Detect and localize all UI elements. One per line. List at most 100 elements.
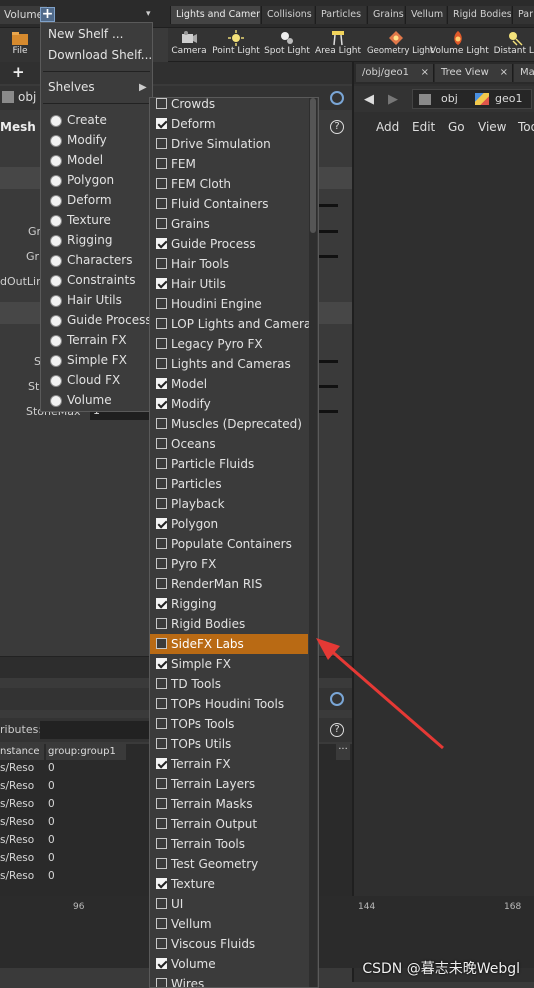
unchecked-checkbox-icon[interactable] [156, 478, 167, 489]
unchecked-checkbox-icon[interactable] [156, 918, 167, 929]
download-shelf-menu-item[interactable]: Download Shelf... [48, 48, 152, 62]
shelf-set-label[interactable]: Polygon [67, 173, 114, 187]
shelf-toggle-item[interactable]: Texture [150, 874, 308, 894]
column-header[interactable]: nstance [0, 744, 44, 760]
geometry-light-tool[interactable]: Geometry Light [367, 28, 433, 62]
unchecked-checkbox-icon[interactable] [156, 858, 167, 869]
shelf-set-label[interactable]: Modify [67, 133, 107, 147]
shelf-toggle-item[interactable]: TOPs Utils [150, 734, 308, 754]
shelf-toggle-item[interactable]: RenderMan RIS [150, 574, 308, 594]
shelf-tab-rigid-bodies[interactable]: Rigid Bodies [447, 6, 511, 24]
shelf-toggle-item[interactable]: Legacy Pyro FX [150, 334, 308, 354]
spot-light-tool[interactable]: Spot Light [263, 28, 311, 62]
scrollbar-thumb[interactable] [310, 98, 316, 233]
tab-material-palette[interactable]: Mat [514, 64, 534, 82]
shelf-set-radio[interactable] [50, 175, 62, 187]
unchecked-checkbox-icon[interactable] [156, 618, 167, 629]
unchecked-checkbox-icon[interactable] [156, 178, 167, 189]
shelf-toggle-item[interactable]: Model [150, 374, 308, 394]
shelf-toggle-item[interactable]: Terrain Layers [150, 774, 308, 794]
shelf-toggle-item[interactable]: Vellum [150, 914, 308, 934]
shelf-set-label[interactable]: Guide Process [67, 313, 152, 327]
distant-light-tool[interactable]: Distant Li [490, 28, 534, 62]
unchecked-checkbox-icon[interactable] [156, 798, 167, 809]
shelf-set-label[interactable]: Texture [67, 213, 111, 227]
help-icon[interactable]: ? [330, 120, 344, 134]
shelf-set-label[interactable]: Deform [67, 193, 112, 207]
slider-handle[interactable] [318, 385, 338, 388]
shelf-toggle-item[interactable]: Hair Tools [150, 254, 308, 274]
forward-arrow-icon[interactable]: ▶ [388, 92, 398, 107]
slider-handle[interactable] [318, 410, 338, 413]
shelf-toggle-item[interactable]: FEM [150, 154, 308, 174]
shelf-set-radio[interactable] [50, 115, 62, 127]
shelf-toggle-item[interactable]: Polygon [150, 514, 308, 534]
unchecked-checkbox-icon[interactable] [156, 558, 167, 569]
shelf-toggle-item[interactable]: Particle Fluids [150, 454, 308, 474]
shelf-set-radio[interactable] [50, 255, 62, 267]
shelf-toggle-item[interactable]: TOPs Tools [150, 714, 308, 734]
checked-checkbox-icon[interactable] [156, 758, 167, 769]
shelf-toggle-item[interactable]: Simple FX [150, 654, 308, 674]
shelf-set-label[interactable]: Simple FX [67, 353, 127, 367]
volume-light-tool[interactable]: Volume Light [430, 28, 489, 62]
table-row[interactable]: s/Reso 0 [0, 798, 55, 810]
unchecked-checkbox-icon[interactable] [156, 218, 167, 229]
shelf-toggle-item[interactable]: Terrain Output [150, 814, 308, 834]
slider-handle[interactable] [318, 230, 338, 233]
submenu-scrollbar[interactable] [309, 98, 317, 987]
shelf-toggle-item[interactable]: Hair Utils [150, 274, 308, 294]
shelf-toggle-item[interactable]: LOP Lights and Cameras [150, 314, 318, 334]
column-header[interactable]: group:group1 [46, 744, 126, 760]
shelf-set-label[interactable]: Rigging [67, 233, 112, 247]
shelf-toggle-item[interactable]: FEM Cloth [150, 174, 308, 194]
unchecked-checkbox-icon[interactable] [156, 938, 167, 949]
shelf-tab-menu-icon[interactable]: ▾ [146, 9, 156, 19]
shelf-set-label[interactable]: Volume [67, 393, 112, 407]
shelf-toggle-item[interactable]: Rigid Bodies [150, 614, 308, 634]
unchecked-checkbox-icon[interactable] [156, 338, 167, 349]
new-shelf-menu-item[interactable]: New Shelf ... [48, 27, 123, 41]
shelf-set-label[interactable]: Hair Utils [67, 293, 122, 307]
unchecked-checkbox-icon[interactable] [156, 898, 167, 909]
checked-checkbox-icon[interactable] [156, 958, 167, 969]
unchecked-checkbox-icon[interactable] [156, 138, 167, 149]
unchecked-checkbox-icon[interactable] [156, 978, 167, 987]
shelf-toggle-item[interactable]: TD Tools [150, 674, 308, 694]
unchecked-checkbox-icon[interactable] [156, 258, 167, 269]
shelf-toggle-item[interactable]: Oceans [150, 434, 308, 454]
shelf-tab-collisions[interactable]: Collisions [261, 6, 314, 24]
close-tab-icon[interactable]: × [421, 64, 429, 82]
shelf-toggle-item[interactable]: Houdini Engine [150, 294, 308, 314]
shelf-toggle-item[interactable]: Pyro FX [150, 554, 308, 574]
shelf-set-radio[interactable] [50, 195, 62, 207]
shelf-set-radio[interactable] [50, 395, 62, 407]
area-light-tool[interactable]: Area Light [315, 28, 361, 62]
shelf-tab-lights-and-cameras[interactable]: Lights and Cameras [170, 6, 260, 24]
checked-checkbox-icon[interactable] [156, 378, 167, 389]
point-light-tool[interactable]: Point Light [212, 28, 260, 62]
pane-divider[interactable] [352, 142, 354, 982]
shelf-tab-vellum[interactable]: Vellum [405, 6, 446, 24]
shelf-set-label[interactable]: Create [67, 113, 107, 127]
shelf-toggle-item[interactable]: Volume [150, 954, 308, 974]
shelf-toggle-item[interactable]: Viscous Fluids [150, 934, 308, 954]
shelf-set-radio[interactable] [50, 275, 62, 287]
shelf-toggle-item[interactable]: Terrain Masks [150, 794, 308, 814]
shelf-toggle-item[interactable]: Wires [150, 974, 308, 987]
unchecked-checkbox-icon[interactable] [156, 838, 167, 849]
tab-tree-view[interactable]: Tree View × [435, 64, 513, 82]
unchecked-checkbox-icon[interactable] [156, 538, 167, 549]
menu-tools[interactable]: Too [518, 116, 534, 138]
shelf-toggle-item[interactable]: UI [150, 894, 308, 914]
menu-go[interactable]: Go [448, 116, 465, 138]
unchecked-checkbox-icon[interactable] [156, 158, 167, 169]
unchecked-checkbox-icon[interactable] [156, 98, 167, 109]
add-pane-tab-icon[interactable]: + [12, 63, 25, 81]
shelf-tab-grains[interactable]: Grains [367, 6, 404, 24]
slider-handle[interactable] [318, 255, 338, 258]
unchecked-checkbox-icon[interactable] [156, 818, 167, 829]
unchecked-checkbox-icon[interactable] [156, 358, 167, 369]
shelf-toggle-item[interactable]: Crowds [150, 98, 308, 114]
shelf-set-radio[interactable] [50, 335, 62, 347]
